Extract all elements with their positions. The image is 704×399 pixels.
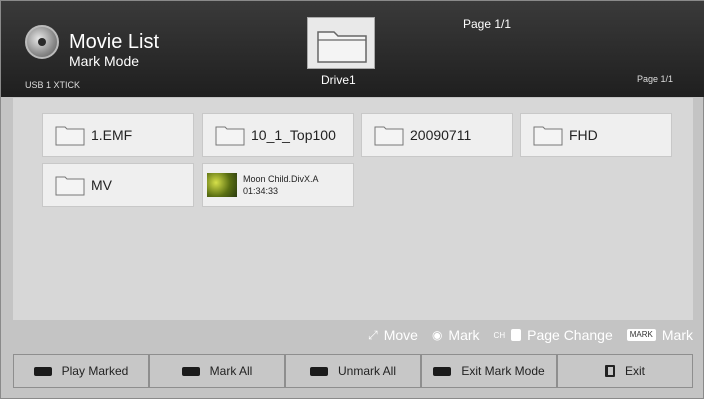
green-key-icon [181,366,200,376]
action-bar: Play Marked Mark All Unmark All Exit Mar… [13,354,693,388]
move-label: Move [383,327,418,343]
mark-key-icon: MARK [626,329,656,341]
red-key-icon [33,366,52,376]
play-marked-label: Play Marked [61,364,129,378]
mark-all-label: Mark All [209,364,253,378]
navigation-arrows-icon: ⤢ [368,327,378,342]
movie-reel-icon [25,25,59,59]
folder-label: MV [91,177,112,193]
video-meta: Moon Child.DivX.A 01:34:33 [243,173,319,197]
folder-tile[interactable]: 10_1_Top100 [202,113,354,157]
hint-bar: ⤢ Move ◉ Mark CH Page Change MARK Mark [13,321,693,349]
page-indicator-top: Page 1/1 [463,17,512,31]
video-tile[interactable]: Moon Child.DivX.A 01:34:33 [202,163,354,207]
folder-icon [215,126,245,146]
folder-tile[interactable]: 20090711 [361,113,513,157]
mark-key-label: Mark [661,327,693,343]
mark-all-button[interactable]: Mark All [149,354,285,388]
page-title: Movie List [69,31,160,53]
play-marked-button[interactable]: Play Marked [13,354,149,388]
exit-mark-mode-label: Exit Mark Mode [461,364,545,378]
page-change-hint: CH Page Change [494,327,613,343]
folder-label: 20090711 [410,127,472,143]
mark-key-hint: MARK Mark [626,327,693,343]
folder-icon [55,126,85,146]
mark-hint: ◉ Mark [432,327,480,343]
exit-mark-mode-button[interactable]: Exit Mark Mode [421,354,557,388]
video-thumbnail [207,173,237,197]
exit-button[interactable]: Exit [557,354,693,388]
movie-list-screen: Movie List Mark Mode USB 1 XTICK Drive1 … [0,0,704,399]
file-grid: 1.EMF 10_1_Top100 20090711 FHD MV Moon C… [13,98,693,320]
drive-label: Drive1 [321,73,356,87]
folder-tile[interactable]: FHD [520,113,672,157]
header: Movie List Mark Mode USB 1 XTICK Drive1 … [1,1,704,97]
folder-icon [55,176,85,196]
mark-label: Mark [448,327,480,343]
folder-tile[interactable]: MV [42,163,194,207]
blue-key-icon [433,366,452,376]
video-duration: 01:34:33 [243,186,279,196]
ok-icon: ◉ [431,328,443,342]
folder-icon [374,126,404,146]
unmark-all-button[interactable]: Unmark All [285,354,421,388]
folder-label: 1.EMF [91,127,133,143]
folder-icon [533,126,563,146]
mode-label: Mark Mode [69,53,140,69]
unmark-all-label: Unmark All [337,364,396,378]
channel-icon [511,329,522,341]
folder-tile[interactable]: 1.EMF [42,113,194,157]
video-title: Moon Child.DivX.A [243,174,319,184]
move-hint: ⤢ Move [368,327,418,343]
page-indicator-right: Page 1/1 [637,74,674,84]
folder-label: 10_1_Top100 [251,127,336,143]
exit-icon [604,365,615,377]
device-label: USB 1 XTICK [25,80,81,90]
page-change-label: Page Change [527,327,613,343]
exit-label: Exit [624,364,645,378]
ch-label: CH [493,330,506,340]
drive-button[interactable] [307,17,375,69]
folder-label: FHD [569,127,598,143]
yellow-key-icon [309,366,328,376]
folder-icon [317,31,367,63]
